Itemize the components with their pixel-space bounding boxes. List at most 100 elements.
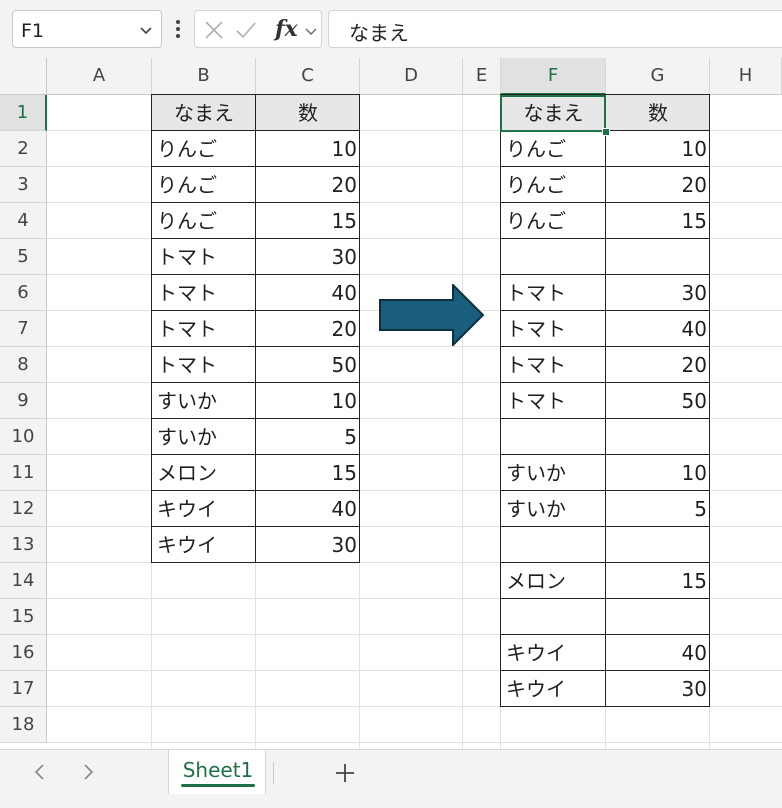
row-header-8[interactable]: 8 xyxy=(0,347,47,383)
result-header-cell[interactable]: 数 xyxy=(606,95,710,131)
source-count-cell[interactable]: 10 xyxy=(256,383,360,419)
column-header-b[interactable]: B xyxy=(152,58,256,95)
row-header-2[interactable]: 2 xyxy=(0,131,47,167)
result-count-cell[interactable]: 15 xyxy=(606,563,710,599)
source-name-cell[interactable]: トマト xyxy=(152,239,256,275)
source-count-cell[interactable]: 30 xyxy=(256,527,360,563)
result-name-cell[interactable]: りんご xyxy=(501,203,606,239)
source-name-cell[interactable]: トマト xyxy=(152,275,256,311)
result-name-cell[interactable]: メロン xyxy=(501,563,606,599)
source-name-cell[interactable]: キウイ xyxy=(152,491,256,527)
source-count-cell[interactable]: 20 xyxy=(256,311,360,347)
column-header-d[interactable]: D xyxy=(360,58,463,95)
tab-sheet1[interactable]: Sheet1 xyxy=(168,750,266,794)
result-name-cell[interactable] xyxy=(501,419,606,455)
row-header-13[interactable]: 13 xyxy=(0,527,47,563)
source-name-cell[interactable]: すいか xyxy=(152,419,256,455)
column-header-h[interactable]: H xyxy=(710,58,782,95)
result-count-cell[interactable] xyxy=(606,239,710,275)
result-name-cell[interactable]: キウイ xyxy=(501,671,606,707)
row-header-7[interactable]: 7 xyxy=(0,311,47,347)
result-count-cell[interactable]: 30 xyxy=(606,275,710,311)
result-count-cell[interactable]: 10 xyxy=(606,455,710,491)
row-header-16[interactable]: 16 xyxy=(0,635,47,671)
row-header-1[interactable]: 1 xyxy=(0,95,47,131)
column-header-a[interactable]: A xyxy=(47,58,152,95)
source-count-cell[interactable]: 15 xyxy=(256,455,360,491)
result-count-cell[interactable]: 15 xyxy=(606,203,710,239)
source-count-cell[interactable]: 5 xyxy=(256,419,360,455)
source-name-cell[interactable]: りんご xyxy=(152,203,256,239)
source-name-cell[interactable]: トマト xyxy=(152,347,256,383)
source-count-cell[interactable]: 40 xyxy=(256,491,360,527)
row-header-6[interactable]: 6 xyxy=(0,275,47,311)
row-header-18[interactable]: 18 xyxy=(0,707,47,743)
result-count-cell[interactable] xyxy=(606,599,710,635)
fill-handle[interactable] xyxy=(602,128,610,136)
result-name-cell[interactable] xyxy=(501,527,606,563)
result-name-cell[interactable]: りんご xyxy=(501,131,606,167)
result-count-cell[interactable]: 10 xyxy=(606,131,710,167)
result-count-cell[interactable]: 20 xyxy=(606,347,710,383)
result-name-cell[interactable]: すいか xyxy=(501,455,606,491)
source-name-cell[interactable]: りんご xyxy=(152,131,256,167)
name-box[interactable]: F1 xyxy=(12,10,162,48)
select-all-corner[interactable] xyxy=(0,58,47,95)
source-header-cell[interactable]: なまえ xyxy=(152,95,256,131)
result-count-cell[interactable]: 50 xyxy=(606,383,710,419)
result-name-cell[interactable]: トマト xyxy=(501,347,606,383)
row-header-10[interactable]: 10 xyxy=(0,419,47,455)
chevron-down-icon[interactable] xyxy=(139,23,153,37)
row-header-12[interactable]: 12 xyxy=(0,491,47,527)
row-header-15[interactable]: 15 xyxy=(0,599,47,635)
source-count-cell[interactable]: 30 xyxy=(256,239,360,275)
result-name-cell[interactable]: りんご xyxy=(501,167,606,203)
result-count-cell[interactable] xyxy=(606,527,710,563)
column-header-g[interactable]: G xyxy=(606,58,710,95)
insert-function-button[interactable]: fx xyxy=(275,16,298,42)
result-name-cell[interactable] xyxy=(501,239,606,275)
formula-input[interactable]: なまえ xyxy=(328,10,782,48)
row-header-17[interactable]: 17 xyxy=(0,671,47,707)
result-name-cell[interactable]: キウイ xyxy=(501,635,606,671)
result-name-cell[interactable] xyxy=(501,599,606,635)
source-count-cell[interactable]: 15 xyxy=(256,203,360,239)
row-header-11[interactable]: 11 xyxy=(0,455,47,491)
active-cell-selection[interactable] xyxy=(500,95,606,132)
row-header-9[interactable]: 9 xyxy=(0,383,47,419)
source-count-cell[interactable]: 10 xyxy=(256,131,360,167)
chevron-down-icon[interactable] xyxy=(305,25,317,37)
result-count-cell[interactable]: 20 xyxy=(606,167,710,203)
result-name-cell[interactable]: トマト xyxy=(501,383,606,419)
result-count-cell[interactable]: 40 xyxy=(606,311,710,347)
column-header-f[interactable]: F xyxy=(501,58,606,95)
row-header-3[interactable]: 3 xyxy=(0,167,47,203)
row-header-4[interactable]: 4 xyxy=(0,203,47,239)
result-count-cell[interactable]: 5 xyxy=(606,491,710,527)
chevron-left-icon[interactable] xyxy=(32,763,48,781)
source-count-cell[interactable]: 20 xyxy=(256,167,360,203)
column-header-e[interactable]: E xyxy=(463,58,501,95)
more-options-icon[interactable] xyxy=(173,17,183,41)
source-name-cell[interactable]: トマト xyxy=(152,311,256,347)
result-name-cell[interactable]: すいか xyxy=(501,491,606,527)
result-count-cell[interactable]: 30 xyxy=(606,671,710,707)
cancel-icon[interactable] xyxy=(203,19,225,41)
chevron-right-icon[interactable] xyxy=(80,763,96,781)
source-name-cell[interactable]: すいか xyxy=(152,383,256,419)
result-count-cell[interactable] xyxy=(606,419,710,455)
source-name-cell[interactable]: りんご xyxy=(152,167,256,203)
result-count-cell[interactable]: 40 xyxy=(606,635,710,671)
result-name-cell[interactable]: トマト xyxy=(501,275,606,311)
source-count-cell[interactable]: 50 xyxy=(256,347,360,383)
column-header-c[interactable]: C xyxy=(256,58,360,95)
result-name-cell[interactable]: トマト xyxy=(501,311,606,347)
source-name-cell[interactable]: キウイ xyxy=(152,527,256,563)
row-header-14[interactable]: 14 xyxy=(0,563,47,599)
source-count-cell[interactable]: 40 xyxy=(256,275,360,311)
row-header-5[interactable]: 5 xyxy=(0,239,47,275)
enter-check-icon[interactable] xyxy=(235,19,257,41)
add-sheet-icon[interactable] xyxy=(334,762,356,784)
source-header-cell[interactable]: 数 xyxy=(256,95,360,131)
source-name-cell[interactable]: メロン xyxy=(152,455,256,491)
